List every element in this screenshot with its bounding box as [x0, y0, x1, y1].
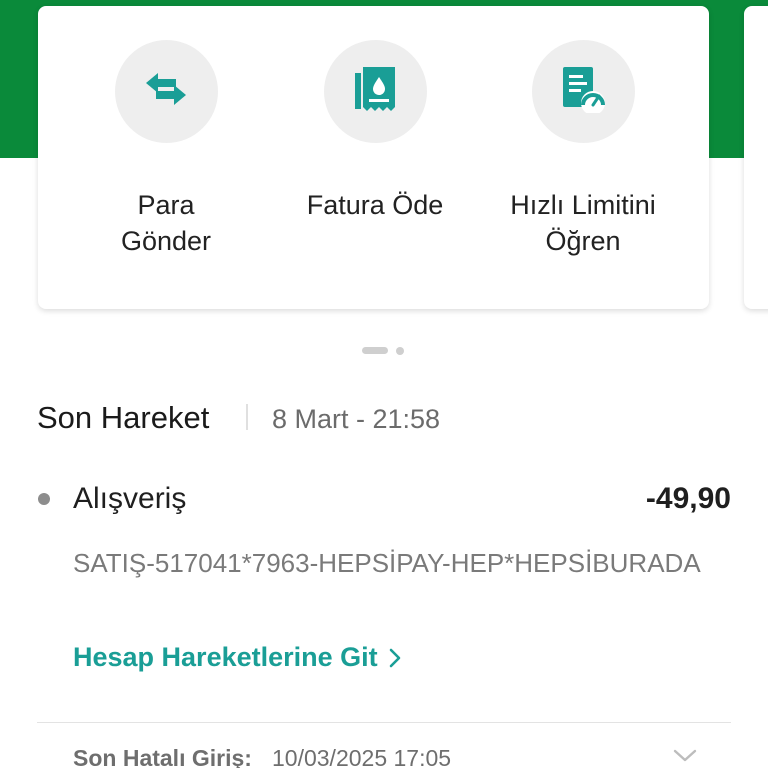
carousel-pager	[0, 345, 768, 355]
section-divider	[37, 722, 731, 723]
pay-bill-action[interactable]: Fatura Öde	[270, 40, 480, 223]
send-money-label: Para Gönder	[120, 190, 212, 256]
chevron-down-icon[interactable]	[672, 748, 698, 768]
bill-receipt-icon	[353, 65, 397, 118]
transaction-title: Alışveriş	[73, 482, 187, 515]
transaction-bullet	[38, 493, 50, 505]
quick-limit-action[interactable]: Hızlı Limitini Öğren	[478, 40, 688, 259]
transaction-description: SATIŞ-517041*7963-HEPSİPAY-HEP*HEPSİBURA…	[73, 548, 701, 578]
account-movements-link[interactable]: Hesap Hareketlerine Git	[73, 642, 402, 673]
pager-dot-active[interactable]	[362, 347, 388, 354]
send-money-action[interactable]: Para Gönder	[61, 40, 271, 259]
pay-bill-icon-circle[interactable]	[323, 40, 427, 143]
send-money-icon-circle[interactable]	[114, 40, 218, 143]
quick-limit-icon-circle[interactable]	[531, 40, 635, 143]
transfer-arrows-icon	[142, 69, 190, 114]
last-transaction-date: 8 Mart - 21:58	[272, 404, 441, 434]
failed-login-value: 10/03/2025 17:05	[272, 745, 452, 768]
next-card-peek[interactable]	[744, 6, 768, 309]
limit-gauge-icon	[559, 65, 607, 118]
quick-limit-label: Hızlı Limitini Öğren	[510, 190, 656, 256]
account-movements-link-label[interactable]: Hesap Hareketlerine Git	[73, 642, 378, 673]
pager-dot[interactable]	[396, 347, 404, 355]
quick-actions-card: Para Gönder Fatura Öde Hızlı Limitini Öğ…	[38, 6, 709, 309]
pay-bill-label: Fatura Öde	[306, 190, 444, 220]
last-transaction-title: Son Hareket	[37, 400, 210, 435]
title-separator	[246, 404, 248, 430]
chevron-right-icon[interactable]	[388, 647, 402, 669]
failed-login-label: Son Hatalı Giriş:	[73, 745, 252, 768]
transaction-amount: -49,90	[645, 482, 731, 515]
